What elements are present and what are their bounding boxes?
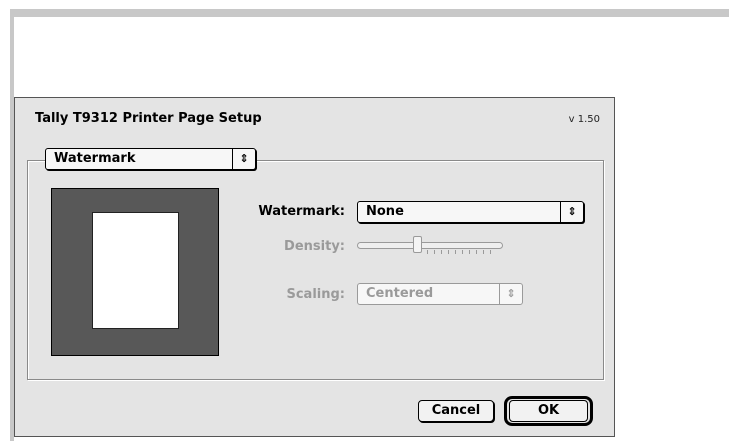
section-popup-label: Watermark <box>54 151 136 166</box>
watermark-preview <box>51 188 219 356</box>
page-setup-dialog: Tally T9312 Printer Page Setup v 1.50 Wa… <box>14 97 615 437</box>
section-popup-menu[interactable]: Watermark ⇕ <box>45 148 256 170</box>
up-down-arrow-icon: ⇕ <box>560 202 583 222</box>
preview-page <box>92 212 179 329</box>
ok-button[interactable]: OK <box>509 400 588 422</box>
up-down-arrow-icon: ⇕ <box>499 284 522 304</box>
scaling-label: Scaling: <box>286 287 345 302</box>
density-slider-thumb[interactable] <box>413 236 422 253</box>
up-down-arrow-icon: ⇕ <box>232 149 255 169</box>
density-slider-ticks <box>427 250 497 254</box>
watermark-popup-menu[interactable]: None ⇕ <box>357 201 584 223</box>
scaling-popup-menu[interactable]: Centered ⇕ <box>357 283 523 305</box>
density-slider[interactable] <box>357 236 503 258</box>
scaling-popup-value: Centered <box>366 286 434 301</box>
density-slider-track <box>357 242 503 249</box>
cancel-button[interactable]: Cancel <box>418 400 494 422</box>
watermark-popup-value: None <box>366 204 404 219</box>
dialog-title: Tally T9312 Printer Page Setup <box>35 111 262 126</box>
watermark-label: Watermark: <box>258 204 345 219</box>
version-label: v 1.50 <box>568 114 600 125</box>
density-label: Density: <box>284 239 345 254</box>
window-top-border <box>10 9 729 17</box>
